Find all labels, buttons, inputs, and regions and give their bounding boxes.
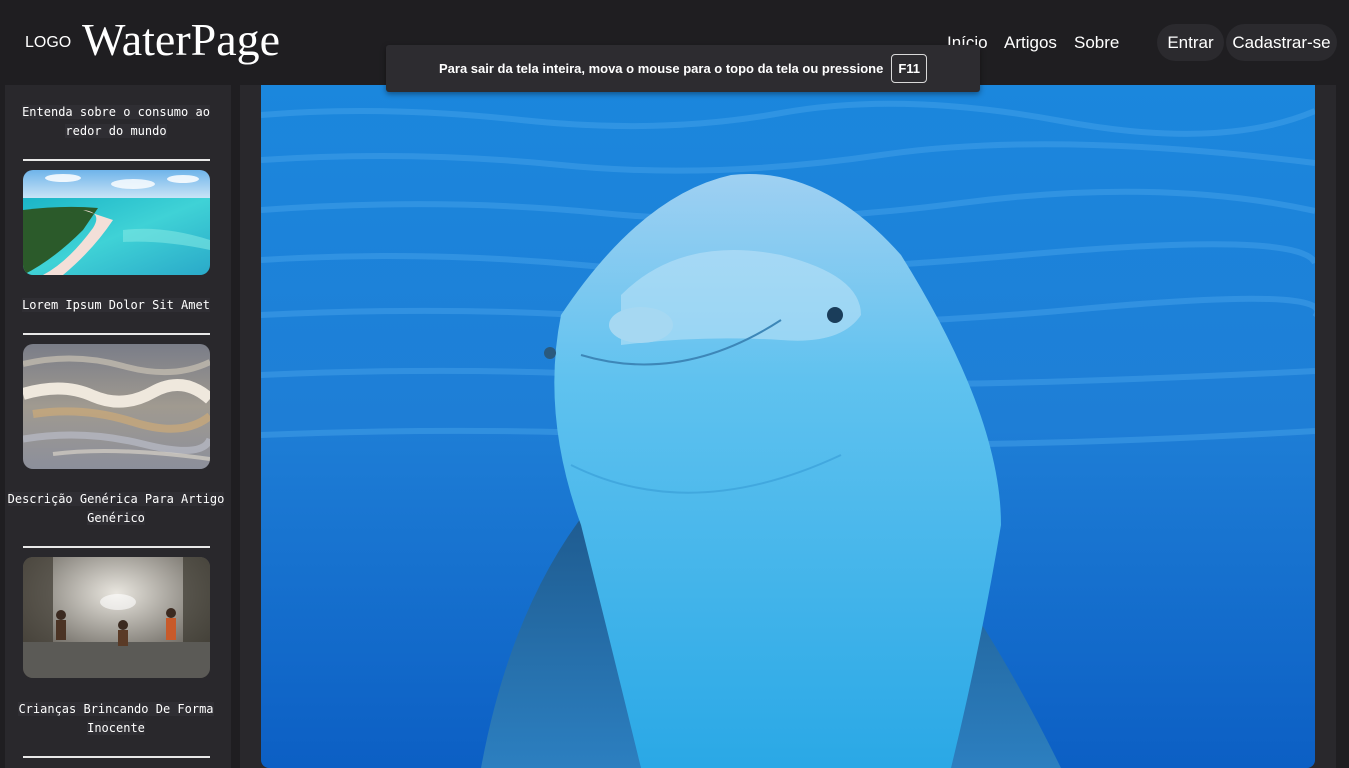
tropical-beach-thumbnail[interactable] bbox=[23, 170, 210, 275]
sidebar-divider bbox=[23, 546, 210, 548]
sidebar-divider bbox=[23, 756, 210, 758]
site-title[interactable]: WaterPage bbox=[82, 14, 280, 66]
logo-label[interactable]: LOGO bbox=[25, 34, 71, 52]
children-playing-water-thumbnail[interactable] bbox=[23, 557, 210, 678]
dolphin-hero-image bbox=[261, 85, 1315, 768]
toast-message: Para sair da tela inteira, mova o mouse … bbox=[439, 61, 884, 76]
article-title[interactable]: Crianças Brincando De Forma Inocente bbox=[5, 700, 227, 738]
fullscreen-exit-toast: Para sair da tela inteira, mova o mouse … bbox=[386, 45, 980, 92]
f11-key-badge: F11 bbox=[891, 54, 927, 83]
nav-artigos-link[interactable]: Artigos bbox=[1004, 33, 1057, 53]
signup-button[interactable]: Cadastrar-se bbox=[1226, 24, 1337, 61]
sidebar-divider bbox=[23, 159, 210, 161]
article-title[interactable]: Descrição Genérica Para Artigo Genérico bbox=[5, 490, 227, 528]
article-sidebar: Entenda sobre o consumo ao redor do mund… bbox=[5, 85, 231, 768]
article-title[interactable]: Entenda sobre o consumo ao redor do mund… bbox=[5, 103, 227, 141]
nav-sobre-link[interactable]: Sobre bbox=[1074, 33, 1119, 53]
article-title[interactable]: Lorem Ipsum Dolor Sit Amet bbox=[5, 296, 227, 315]
sidebar-divider bbox=[23, 333, 210, 335]
login-button[interactable]: Entrar bbox=[1157, 24, 1224, 61]
river-water-thumbnail[interactable] bbox=[23, 344, 210, 469]
